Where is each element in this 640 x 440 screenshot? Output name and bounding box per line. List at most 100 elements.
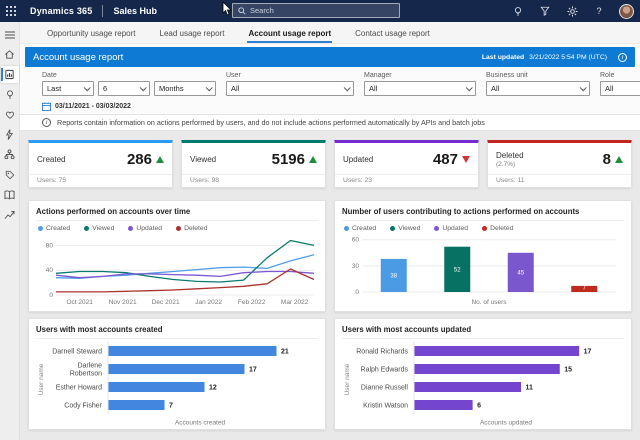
- app-title: Dynamics 365: [22, 6, 102, 16]
- kpi-label: Viewed: [190, 155, 216, 164]
- trend-arrow-icon: [156, 156, 164, 163]
- hub-title[interactable]: Sales Hub: [103, 6, 167, 16]
- chart-card-actions-over-time: Actions performed on accounts over time …: [28, 200, 326, 312]
- svg-text:45: 45: [517, 270, 524, 276]
- legend-dot: [390, 226, 395, 231]
- legend-label: Viewed: [92, 225, 114, 232]
- chevron-down-icon: [84, 84, 91, 91]
- info-banner-text: Reports contain information on actions p…: [57, 118, 485, 127]
- kpi-users: Users: 75: [29, 174, 172, 186]
- legend-label: Deleted: [490, 225, 513, 232]
- role-filter-select[interactable]: All: [600, 81, 640, 96]
- hbar-chart-canvas: Darnell Steward21DarleneRobertson17Esthe…: [36, 339, 320, 429]
- legend-item-viewed[interactable]: Viewed: [390, 225, 420, 232]
- analytics-icon[interactable]: [1, 206, 19, 223]
- legend-dot: [128, 226, 133, 231]
- lightning-icon[interactable]: [1, 126, 19, 143]
- relationship-heart-icon[interactable]: [1, 106, 19, 123]
- business-unit-filter-label: Business unit: [486, 72, 590, 79]
- date-mode-select[interactable]: Last: [42, 81, 94, 96]
- legend-item-updated[interactable]: Updated: [128, 225, 162, 232]
- tab-lead-usage-report[interactable]: Lead usage report: [159, 29, 226, 43]
- svg-text:Ronald Richards: Ronald Richards: [356, 349, 408, 356]
- svg-text:Jan 2022: Jan 2022: [195, 299, 222, 306]
- legend-item-viewed[interactable]: Viewed: [84, 225, 114, 232]
- kpi-value: 487: [433, 151, 458, 168]
- help-icon[interactable]: ?: [592, 4, 606, 18]
- manager-filter-select[interactable]: All: [364, 81, 476, 96]
- chart-title: Number of users contributing to actions …: [342, 207, 624, 221]
- home-icon[interactable]: [1, 46, 19, 63]
- svg-text:0: 0: [49, 292, 53, 299]
- sidebar-collapse-icon[interactable]: [1, 26, 19, 43]
- chart-card-users-contributing: Number of users contributing to actions …: [334, 200, 632, 312]
- svg-text:60: 60: [352, 237, 360, 244]
- insights-lightbulb-icon[interactable]: [1, 86, 19, 103]
- header-info-icon[interactable]: i: [618, 53, 627, 62]
- waffle-menu-icon[interactable]: [0, 0, 22, 22]
- legend-item-created[interactable]: Created: [38, 225, 70, 232]
- kpi-users: Users: 98: [182, 174, 325, 186]
- svg-text:Darnell Steward: Darnell Steward: [52, 349, 102, 356]
- date-count-select[interactable]: 6: [98, 81, 150, 96]
- book-icon[interactable]: [1, 186, 19, 203]
- tab-opportunity-usage-report[interactable]: Opportunity usage report: [46, 29, 137, 43]
- chart-legend: Created Viewed Updated Deleted: [342, 221, 624, 233]
- kpi-sublabel: (2.7%): [496, 161, 524, 168]
- gear-icon[interactable]: [565, 4, 579, 18]
- lightbulb-icon[interactable]: [511, 4, 525, 18]
- svg-text:40: 40: [46, 267, 54, 274]
- legend-item-created[interactable]: Created: [344, 225, 376, 232]
- chart-title: Users with most accounts updated: [342, 325, 624, 339]
- line-chart-canvas: 04080Oct 2021Nov 2021Dec 2021Jan 2022Feb…: [36, 233, 320, 309]
- top-navbar: Dynamics 365 Sales Hub Search ?: [0, 0, 640, 22]
- svg-text:Mar 2022: Mar 2022: [281, 299, 309, 306]
- kpi-card-created: Created 286 Users: 75: [28, 140, 173, 188]
- page-title: Account usage report: [33, 52, 123, 63]
- svg-text:80: 80: [46, 242, 54, 249]
- legend-item-deleted[interactable]: Deleted: [176, 225, 207, 232]
- kpi-card-viewed: Viewed 5196 Users: 98: [181, 140, 326, 188]
- sidebar-item-reports[interactable]: [1, 66, 19, 83]
- tags-icon[interactable]: [1, 166, 19, 183]
- hbar-chart-canvas: Ronald Richards17Ralph Edwards15Dianne R…: [342, 339, 626, 429]
- date-unit-select[interactable]: Months: [154, 81, 216, 96]
- last-updated-value: 3/21/2022 5:54 PM (UTC): [529, 54, 607, 61]
- avatar[interactable]: [619, 4, 634, 19]
- legend-label: Updated: [442, 225, 468, 232]
- legend-item-updated[interactable]: Updated: [434, 225, 468, 232]
- chart-legend: Created Viewed Updated Deleted: [36, 221, 318, 233]
- tab-account-usage-report[interactable]: Account usage report: [247, 29, 332, 43]
- svg-text:0: 0: [355, 289, 359, 296]
- legend-label: Created: [46, 225, 70, 232]
- svg-text:Cody Fisher: Cody Fisher: [64, 403, 102, 410]
- role-filter-label: Role: [600, 72, 640, 79]
- org-chart-icon[interactable]: [1, 146, 19, 163]
- svg-text:12: 12: [209, 385, 217, 392]
- user-filter-select[interactable]: All: [226, 81, 354, 96]
- kpi-row: Created 286 Users: 75 Viewed 5196 Users:…: [28, 140, 632, 188]
- manager-filter-label: Manager: [364, 72, 476, 79]
- svg-text:User name: User name: [344, 363, 351, 395]
- legend-item-deleted[interactable]: Deleted: [482, 225, 513, 232]
- svg-text:Nov 2021: Nov 2021: [109, 299, 137, 306]
- chart-card-most-accounts-updated: Users with most accounts updated Ronald …: [334, 318, 632, 430]
- svg-text:Feb 2022: Feb 2022: [238, 299, 266, 306]
- date-range[interactable]: 03/11/2021 - 03/03/2022: [42, 102, 131, 111]
- chevron-down-icon: [206, 84, 213, 91]
- kpi-value: 5196: [272, 151, 305, 168]
- user-filter-label: User: [226, 72, 354, 79]
- legend-dot: [176, 226, 181, 231]
- svg-text:11: 11: [526, 385, 534, 392]
- legend-dot: [84, 226, 89, 231]
- tab-contact-usage-report[interactable]: Contact usage report: [354, 29, 431, 43]
- svg-text:Ralph Edwards: Ralph Edwards: [361, 367, 409, 374]
- search-icon: [238, 7, 246, 15]
- legend-dot: [434, 226, 439, 231]
- svg-text:52: 52: [454, 267, 461, 273]
- svg-text:Kristin Watson: Kristin Watson: [363, 403, 408, 410]
- report-tabs: Opportunity usage report Lead usage repo…: [20, 22, 640, 44]
- business-unit-filter-select[interactable]: All: [486, 81, 590, 96]
- filter-icon[interactable]: [538, 4, 552, 18]
- search-input[interactable]: Search: [232, 3, 400, 18]
